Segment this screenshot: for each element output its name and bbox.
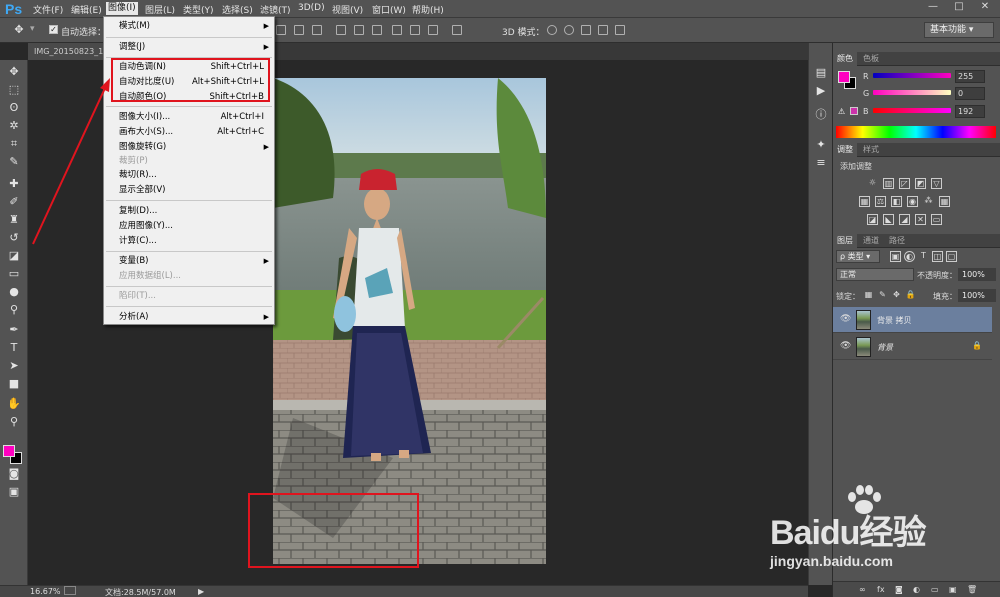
arrow-head-icon bbox=[100, 78, 110, 92]
annotation-arrow bbox=[32, 85, 107, 245]
baidu-watermark: Baidu经验 jingyan.baidu.com bbox=[764, 485, 984, 585]
watermark-url: jingyan.baidu.com bbox=[770, 553, 893, 569]
watermark-logo-text: Baidu经验 bbox=[770, 514, 926, 552]
